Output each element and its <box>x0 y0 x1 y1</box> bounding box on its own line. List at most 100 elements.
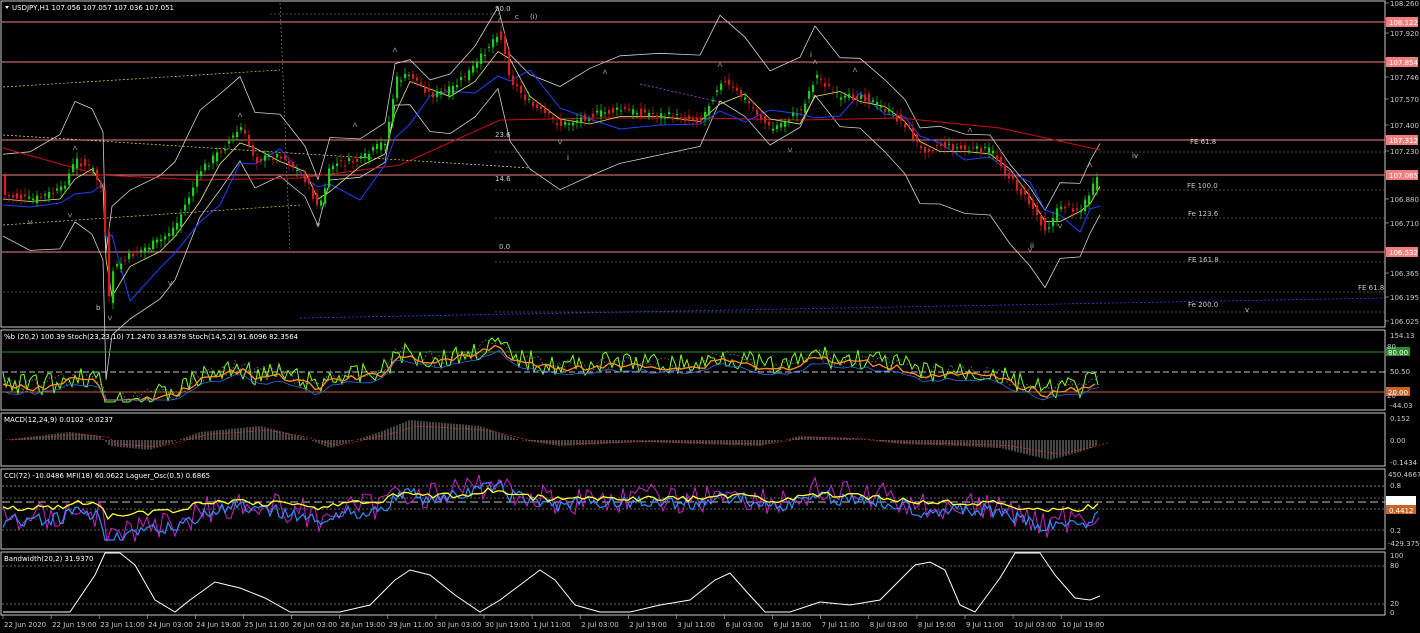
candle-body <box>972 147 975 149</box>
candle-body <box>800 109 803 111</box>
candle-body <box>216 152 219 162</box>
fractal-down-marker <box>107 315 113 321</box>
candle-body <box>1016 179 1019 191</box>
candle-body <box>1000 156 1003 167</box>
candle-body <box>516 84 519 87</box>
fe-label: FE 100.0 <box>1187 182 1218 190</box>
price-pane[interactable]: 50.0 23.6 14.6 0.0 FE 61.8 FE 100.0 Fe 123.6 FE… <box>2 2 1386 381</box>
candle-body <box>1064 206 1067 209</box>
candle-body <box>260 159 263 162</box>
candle-body <box>88 164 91 166</box>
candle-body <box>108 232 111 297</box>
candle-body <box>132 253 135 257</box>
candle-body <box>836 92 839 94</box>
candle-body <box>60 186 63 191</box>
cci-axis-label: 0.2 <box>1390 527 1401 535</box>
candle-body <box>536 104 539 108</box>
candle-body <box>736 87 739 91</box>
candle-body <box>692 118 695 121</box>
candle-body <box>464 76 467 78</box>
candle-body <box>140 249 143 252</box>
candle-body <box>228 141 231 144</box>
fractal-up-marker <box>602 69 608 75</box>
candle-body <box>708 105 711 116</box>
candle-body <box>664 116 667 119</box>
candle-body <box>680 118 683 120</box>
candle-body <box>172 227 175 236</box>
fe-label: Fe 123.6 <box>1188 210 1219 218</box>
fractal-up-marker <box>967 127 973 133</box>
candle-body <box>96 169 99 180</box>
candle-body <box>264 155 267 161</box>
candle-body <box>400 80 403 82</box>
candle-body <box>1068 203 1071 205</box>
trading-chart[interactable]: 50.0 23.6 14.6 0.0 FE 61.8 FE 100.0 Fe 123.6 FE… <box>0 0 1420 633</box>
candle-body <box>732 86 735 88</box>
time-label: 8 Jul 19:00 <box>918 621 956 629</box>
candle-body <box>320 200 323 206</box>
cci-pane[interactable] <box>2 474 1385 542</box>
price-marker-label: 107.065 <box>1389 172 1418 180</box>
candle-body <box>56 188 59 191</box>
candle-body <box>176 222 179 230</box>
candle-body <box>1076 208 1079 211</box>
candle-body <box>292 162 295 168</box>
candle-body <box>1024 189 1027 195</box>
candle-body <box>1052 217 1055 227</box>
candle-body <box>864 94 867 102</box>
price-axis: 108.260 108.122 107.920 107.854 107.746 107.5… <box>1385 0 1420 617</box>
main-caption: USDJPY,H1 107.056 107.057 107.036 107.05… <box>5 4 174 12</box>
time-label: 2 Jul 03:00 <box>581 621 619 629</box>
candle-body <box>252 145 255 156</box>
candle-body <box>116 264 119 267</box>
candle-body <box>856 95 859 100</box>
wave-label: i <box>567 154 569 162</box>
stochastic-pane[interactable] <box>2 337 1385 403</box>
candle-body <box>136 250 139 253</box>
candle-body <box>36 195 39 204</box>
time-label: 6 Jul 03:00 <box>726 621 764 629</box>
candle-body <box>1060 206 1063 210</box>
candle-body <box>776 125 779 130</box>
candle-body <box>288 160 291 166</box>
candle-body <box>772 128 775 131</box>
time-axis: 22 Jun 2020 22 Jun 19:00 23 Jun 11:00 24 Ju… <box>2 615 1104 629</box>
candle-body <box>628 108 631 111</box>
candle-body <box>764 115 767 123</box>
candle-body <box>52 193 55 195</box>
candle-body <box>412 74 415 79</box>
macd-pane[interactable] <box>3 420 1109 460</box>
wave-label: iv <box>1132 152 1138 160</box>
caption-dropdown-icon[interactable] <box>5 6 9 9</box>
candle-body <box>580 117 583 123</box>
candle-body <box>1008 173 1011 179</box>
candle-body <box>100 182 103 188</box>
fe-label: FE 61.8 <box>1190 138 1216 146</box>
candle-body <box>1056 208 1059 221</box>
candle-body <box>792 112 795 117</box>
candle-body <box>428 88 431 92</box>
fib-label: 23.6 <box>495 131 511 139</box>
candle-body <box>668 112 671 115</box>
fe-label: Fe 200.0 <box>1188 301 1218 309</box>
candle-body <box>276 154 279 158</box>
price-label: 107.920 <box>1390 30 1419 38</box>
candle-body <box>84 159 87 166</box>
fractal-up-marker <box>717 62 723 68</box>
candle-body <box>220 151 223 153</box>
candle-body <box>968 150 971 152</box>
candle-body <box>92 168 95 172</box>
candle-body <box>896 114 899 122</box>
candle-body <box>128 253 131 259</box>
candle-body <box>568 123 571 125</box>
candle-body <box>492 39 495 48</box>
bandwidth-axis-label: 0 <box>1390 609 1394 617</box>
candle-body <box>196 175 199 187</box>
candle-body <box>880 105 883 108</box>
bandwidth-pane[interactable] <box>2 552 1385 613</box>
candle-body <box>44 194 47 196</box>
wave-label: v <box>1245 306 1249 314</box>
price-marker-label: 107.312 <box>1389 137 1418 145</box>
candle-body <box>384 143 387 146</box>
candle-body <box>1096 177 1099 190</box>
